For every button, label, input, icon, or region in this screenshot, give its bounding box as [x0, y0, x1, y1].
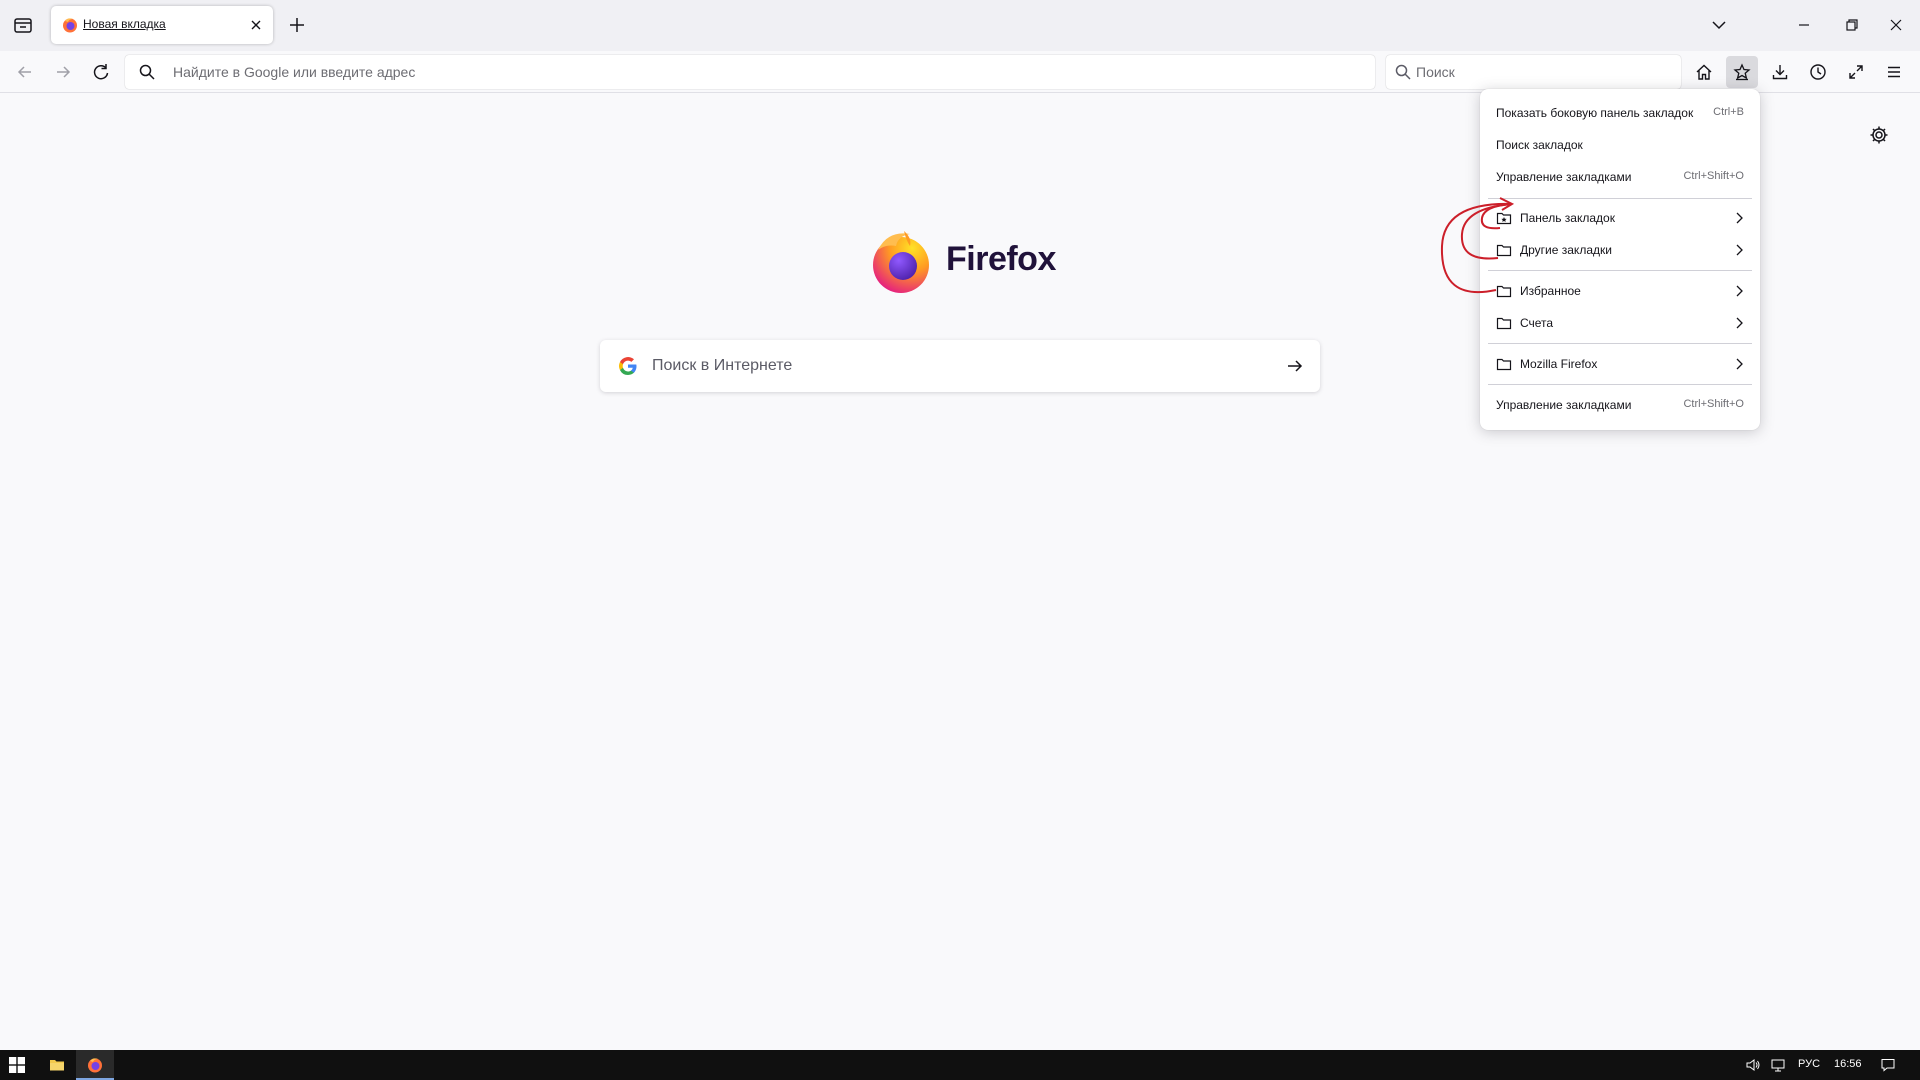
search-icon: [1395, 64, 1411, 80]
menu-item-label: Другие закладки: [1520, 243, 1612, 257]
arrow-right-icon[interactable]: [1285, 356, 1305, 376]
windows-start-icon[interactable]: [9, 1057, 25, 1073]
search-input[interactable]: [1416, 55, 1671, 89]
menu-item-shortcut: Ctrl+B: [1713, 106, 1744, 118]
notifications-icon[interactable]: [1880, 1058, 1896, 1072]
firefox-logo-icon: [868, 228, 934, 294]
chevron-right-icon: [1732, 211, 1746, 225]
downloads-button[interactable]: [1764, 56, 1796, 88]
screen: Новая вкладка Найдите в Google или введи…: [0, 0, 1920, 1080]
hamburger-menu-icon: [1888, 66, 1900, 78]
menu-item-label: Поиск закладок: [1496, 138, 1583, 152]
tab-new-tab[interactable]: Новая вкладка: [51, 6, 273, 44]
menu-item-label: Mozilla Firefox: [1520, 357, 1598, 371]
search-bookmarks-item[interactable]: Поиск закладок: [1488, 130, 1752, 160]
close-tab-icon[interactable]: [247, 16, 265, 34]
menu-item-label: Управление закладками: [1496, 398, 1632, 412]
history-button[interactable]: [1802, 56, 1834, 88]
system-clock[interactable]: 16:56: [1834, 1058, 1862, 1070]
expand-icon: [1849, 65, 1863, 79]
folder-icon: [50, 1060, 64, 1071]
menu-separator: [1488, 384, 1752, 385]
firefox-icon: [88, 1058, 102, 1073]
folder-icon: [1496, 315, 1512, 331]
favorites-folder[interactable]: Избранное: [1488, 276, 1752, 306]
chevron-right-icon: [1732, 284, 1746, 298]
chevron-right-icon: [1732, 357, 1746, 371]
folder-icon: [1496, 242, 1512, 258]
download-icon: [1772, 65, 1788, 80]
folder-icon: [1496, 283, 1512, 299]
menu-item-label: Избранное: [1520, 284, 1581, 298]
app-menu-button[interactable]: [1878, 56, 1910, 88]
menu-item-label: Панель закладок: [1520, 211, 1615, 225]
search-bar[interactable]: [1386, 55, 1681, 89]
windows-taskbar: РУС 16:56: [0, 1050, 1920, 1080]
folder-icon: [1496, 356, 1512, 372]
new-tab-plus-icon[interactable]: [286, 14, 308, 36]
close-window-icon[interactable]: [1884, 14, 1908, 36]
menu-separator: [1488, 343, 1752, 344]
fullscreen-button[interactable]: [1840, 56, 1872, 88]
web-search-input[interactable]: [652, 340, 1252, 392]
address-input[interactable]: [173, 55, 1353, 89]
firefox-favicon-icon: [62, 17, 78, 33]
home-icon: [1696, 64, 1712, 80]
accounts-folder[interactable]: Счета: [1488, 308, 1752, 338]
restore-icon[interactable]: [1839, 14, 1863, 36]
bookmarks-star-icon: [1733, 63, 1751, 81]
manage-bookmarks-item[interactable]: Управление закладками Ctrl+Shift+O: [1488, 162, 1752, 192]
web-search-box[interactable]: [600, 340, 1320, 392]
bookmarks-toolbar-folder[interactable]: Панель закладок: [1488, 203, 1752, 233]
back-arrow-icon[interactable]: [12, 59, 38, 85]
home-button[interactable]: [1688, 56, 1720, 88]
menu-item-shortcut: Ctrl+Shift+O: [1683, 398, 1744, 410]
volume-icon[interactable]: [1745, 1058, 1761, 1072]
navigation-toolbar: [0, 51, 1920, 93]
show-bookmarks-sidebar-item[interactable]: Показать боковую панель закладок Ctrl+B: [1488, 98, 1752, 128]
bookmarks-toolbar-folder-icon: [1496, 210, 1512, 226]
list-all-tabs-chevron-icon[interactable]: [1707, 14, 1731, 36]
network-icon[interactable]: [1770, 1058, 1786, 1072]
google-logo-icon: [618, 356, 638, 376]
manage-bookmarks-bottom-item[interactable]: Управление закладками Ctrl+Shift+O: [1488, 390, 1752, 420]
chevron-right-icon: [1732, 316, 1746, 330]
forward-arrow-icon[interactable]: [50, 59, 76, 85]
firefox-view-icon[interactable]: [12, 14, 34, 36]
menu-item-label: Счета: [1520, 316, 1554, 330]
brand-wordmark: Firefox: [946, 240, 1056, 278]
other-bookmarks-folder[interactable]: Другие закладки: [1488, 235, 1752, 265]
menu-item-label: Управление закладками: [1496, 170, 1632, 184]
search-icon: [139, 64, 155, 80]
bookmarks-menu-button[interactable]: [1726, 56, 1758, 88]
gear-icon[interactable]: [1868, 124, 1890, 146]
firefox-taskbar-button[interactable]: [76, 1050, 114, 1080]
mozilla-firefox-folder[interactable]: Mozilla Firefox: [1488, 349, 1752, 379]
clock-icon: [1810, 64, 1826, 80]
file-explorer-taskbar-button[interactable]: [38, 1050, 76, 1080]
menu-item-shortcut: Ctrl+Shift+O: [1683, 170, 1744, 182]
chevron-right-icon: [1732, 243, 1746, 257]
menu-separator: [1488, 270, 1752, 271]
minimize-icon[interactable]: [1792, 14, 1816, 36]
tab-title: Новая вкладка: [83, 17, 166, 31]
input-language-indicator[interactable]: РУС: [1798, 1058, 1820, 1070]
tab-strip: Новая вкладка: [0, 0, 1920, 51]
address-bar[interactable]: [125, 55, 1375, 89]
menu-item-label: Показать боковую панель закладок: [1496, 106, 1694, 120]
reload-icon[interactable]: [88, 59, 114, 85]
menu-separator: [1488, 198, 1752, 199]
bookmarks-menu-panel: Показать боковую панель закладок Ctrl+B …: [1480, 89, 1760, 430]
